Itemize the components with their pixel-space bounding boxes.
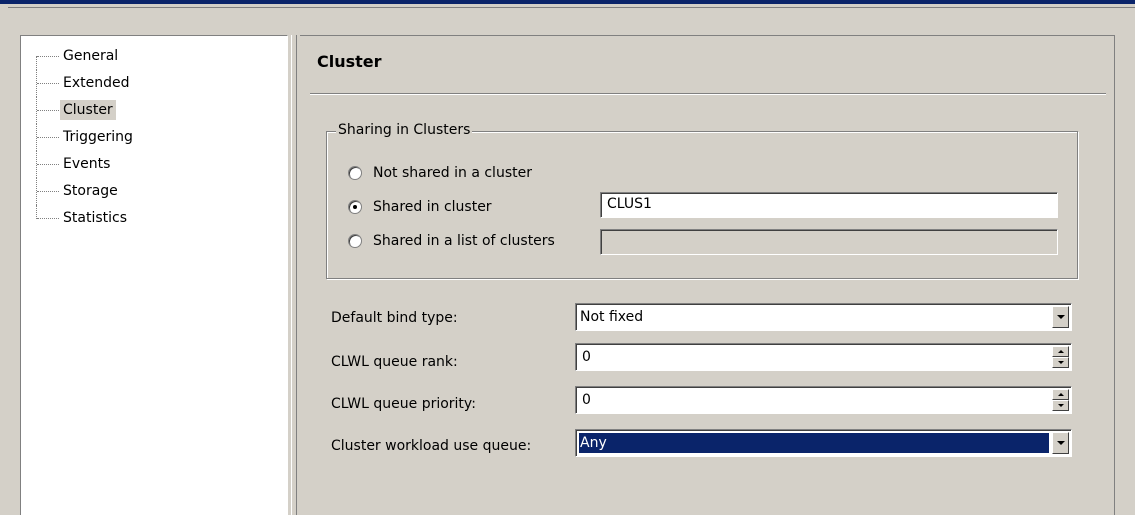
- tree-item-label: Events: [63, 156, 111, 172]
- clwl-queue-priority-value: 0: [582, 392, 591, 408]
- tree-item-label: Triggering: [63, 129, 133, 145]
- default-bind-type-select[interactable]: Not fixed: [575, 303, 1072, 331]
- cluster-list-input[interactable]: [600, 229, 1058, 255]
- clwl-queue-rank-value: 0: [582, 349, 591, 365]
- cluster-workload-use-queue-label: Cluster workload use queue:: [331, 438, 532, 454]
- tree-item-label: Extended: [63, 75, 130, 91]
- spin-up-icon[interactable]: [1052, 346, 1069, 357]
- sharing-group-legend: Sharing in Clusters: [336, 122, 473, 138]
- radio-shared-in-cluster-control[interactable]: [348, 200, 362, 214]
- cluster-workload-use-queue-select[interactable]: Any: [575, 429, 1072, 457]
- page-title: Cluster: [317, 52, 382, 71]
- window-top-bar: [0, 0, 1135, 11]
- clwl-queue-priority-label: CLWL queue priority:: [331, 396, 476, 412]
- chevron-down-icon[interactable]: [1052, 432, 1069, 454]
- tree-item-general[interactable]: General: [21, 43, 281, 70]
- tree-item-label: General: [63, 48, 119, 64]
- spin-down-icon[interactable]: [1052, 400, 1069, 411]
- tree-item-label: Cluster: [60, 100, 116, 120]
- cluster-workload-use-queue-value: Any: [579, 433, 1049, 453]
- separator-line: [8, 7, 1135, 8]
- tree-item-extended[interactable]: Extended: [21, 70, 281, 97]
- spin-down-icon[interactable]: [1052, 357, 1069, 368]
- chevron-down-icon[interactable]: [1052, 306, 1069, 328]
- default-bind-type-value: Not fixed: [580, 309, 644, 325]
- tree-item-cluster[interactable]: Cluster: [21, 97, 281, 124]
- tree-item-label: Statistics: [63, 210, 127, 226]
- clwl-queue-priority-stepper[interactable]: 0: [575, 386, 1072, 414]
- tree-item-storage[interactable]: Storage: [21, 178, 281, 205]
- title-bar-edge: [0, 0, 1135, 4]
- default-bind-type-label: Default bind type:: [331, 310, 458, 326]
- clwl-queue-rank-stepper[interactable]: 0: [575, 343, 1072, 371]
- radio-shared-in-cluster-label[interactable]: Shared in cluster: [373, 197, 492, 217]
- tree-item-statistics[interactable]: Statistics: [21, 205, 281, 232]
- radio-shared-in-list-control[interactable]: [348, 234, 362, 248]
- property-tree[interactable]: General Extended Cluster Triggering Even…: [20, 35, 288, 515]
- title-divider: [310, 93, 1106, 95]
- tree-item-triggering[interactable]: Triggering: [21, 124, 281, 151]
- tree-item-events[interactable]: Events: [21, 151, 281, 178]
- splitter-handle[interactable]: [291, 35, 297, 515]
- radio-shared-in-list-label[interactable]: Shared in a list of clusters: [373, 231, 555, 251]
- clwl-queue-rank-label: CLWL queue rank:: [331, 354, 458, 370]
- radio-not-shared-control[interactable]: [348, 166, 362, 180]
- spin-up-icon[interactable]: [1052, 389, 1069, 400]
- tree-item-label: Storage: [63, 183, 118, 199]
- radio-not-shared-label[interactable]: Not shared in a cluster: [373, 163, 532, 183]
- cluster-name-input[interactable]: CLUS1: [600, 192, 1058, 218]
